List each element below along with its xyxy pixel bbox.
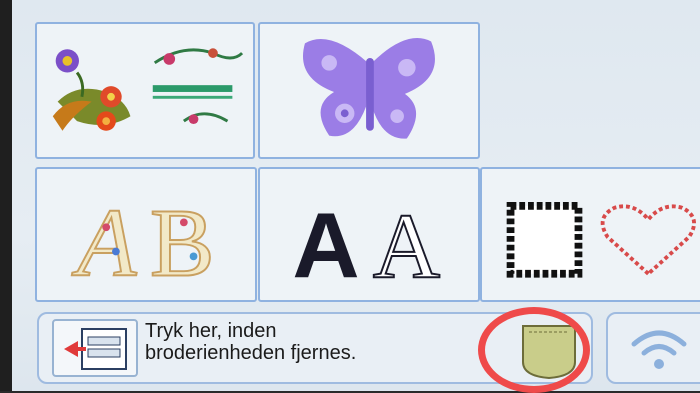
decorative-ab-icon: A B [70, 189, 215, 298]
decorative-letters-tile[interactable]: A B [35, 167, 257, 302]
svg-text:B: B [150, 190, 215, 297]
message-line-1: Tryk her, inden [145, 320, 277, 342]
message-line-2: broderienheden fjernes. [145, 342, 357, 364]
embroidery-unit-icon [52, 319, 138, 377]
butterfly-icon [302, 38, 435, 139]
bold-letter: A [292, 194, 359, 298]
wifi-icon [624, 326, 694, 372]
highlight-circle [478, 307, 590, 393]
flower-pattern-icon [52, 48, 244, 131]
frames-icon [506, 201, 696, 278]
screen-bezel [0, 0, 12, 391]
letters-tile[interactable]: A A [258, 167, 480, 302]
butterfly-tile[interactable] [258, 22, 480, 159]
outline-letter: A [373, 196, 440, 299]
letters-aa-icon: A A [292, 194, 441, 300]
flower-patterns-tile[interactable] [35, 22, 255, 159]
embroidery-screen: A B A A Tryk her, inden broderienheden f… [8, 0, 700, 393]
svg-text:A: A [71, 190, 137, 297]
remove-unit-message: Tryk her, inden broderienheden fjernes. [145, 320, 356, 364]
frames-tile[interactable] [480, 167, 700, 302]
